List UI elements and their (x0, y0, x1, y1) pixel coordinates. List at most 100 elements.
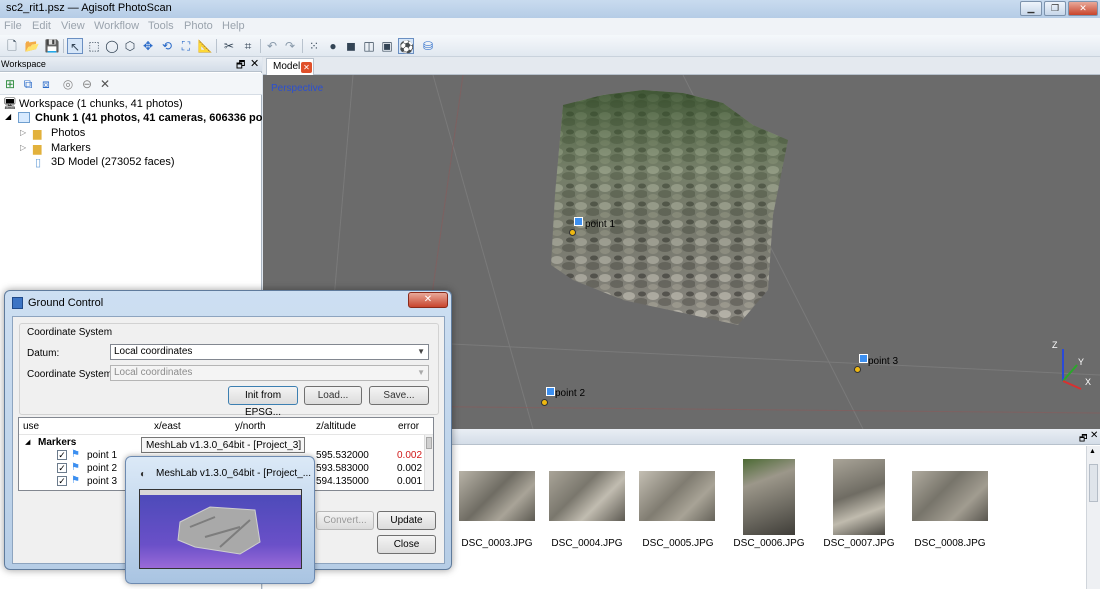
undo-icon[interactable]: ↶ (264, 38, 280, 54)
resize-region-icon[interactable]: ⛶ (178, 38, 194, 54)
dialog-close-button[interactable]: ✕ (408, 292, 448, 308)
menu-workflow[interactable]: Workflow (94, 20, 139, 32)
scroll-up-icon[interactable]: ▲ (1089, 448, 1096, 455)
new-icon[interactable]: 🗋 (4, 38, 20, 54)
remove-icon[interactable]: ✕ (97, 76, 113, 92)
photo-thumb[interactable] (743, 459, 795, 535)
axis-x-label: X (1085, 377, 1092, 387)
shaded-icon[interactable]: ● (325, 38, 341, 54)
chunk-icon (18, 112, 30, 123)
expand-icon[interactable]: ▷ (20, 128, 26, 137)
meshlab-preview[interactable]: ◐ MeshLab v1.3.0_64bit - [Project_... (125, 456, 315, 584)
redo-icon[interactable]: ↷ (282, 38, 298, 54)
solid-icon[interactable]: ◼ (343, 38, 359, 54)
photo-thumb[interactable] (549, 471, 625, 521)
textured-icon[interactable]: ▣ (379, 38, 395, 54)
add-photos-icon[interactable]: ⧉ (20, 76, 36, 92)
workspace-root-label[interactable]: Workspace (1 chunks, 41 photos) (19, 98, 183, 110)
move-object-icon[interactable]: ✥ (140, 38, 156, 54)
circle-select-icon[interactable]: ◯ (104, 38, 120, 54)
close-window-button[interactable]: ✕ (1068, 1, 1098, 16)
menu-help[interactable]: Help (222, 20, 245, 32)
close-button[interactable]: Close (377, 535, 436, 554)
rect-select-icon[interactable]: ⬚ (86, 38, 102, 54)
enable-icon[interactable]: ◎ (60, 76, 76, 92)
show-cameras-icon[interactable]: ⚽ (398, 38, 414, 54)
marker-flag-icon: ⚑ (71, 475, 80, 486)
marker-point-1[interactable] (569, 229, 576, 236)
group-title: Coordinate System (27, 327, 113, 338)
open-icon[interactable]: 📂 (24, 38, 40, 54)
add-chunk-icon[interactable]: ⊞ (2, 76, 18, 92)
row-error: 0.002 (397, 450, 423, 461)
expand-icon[interactable]: ▷ (20, 143, 26, 152)
load-button[interactable]: Load... (304, 386, 362, 405)
row-z: 593.583000 (316, 463, 369, 474)
photo-caption: DSC_0006.JPG (733, 538, 805, 549)
menu-view[interactable]: View (61, 20, 85, 32)
collapse-icon[interactable]: ◢ (25, 438, 30, 446)
photo-thumb[interactable] (912, 471, 988, 521)
tab-model-label: Model (273, 61, 301, 72)
save-button[interactable]: Save... (369, 386, 429, 405)
tab-bar: Model ✕ (263, 57, 1100, 75)
ruler-icon[interactable]: 📐 (197, 38, 213, 54)
delete-selection-icon[interactable]: ✂ (221, 38, 237, 54)
menu-photo[interactable]: Photo (184, 20, 213, 32)
use-checkbox[interactable]: ✓ (57, 476, 67, 486)
show-markers-icon[interactable]: ⛁ (420, 38, 436, 54)
maximize-button[interactable]: ❐ (1044, 1, 1066, 16)
col-y-north[interactable]: y/north (235, 421, 266, 432)
axis-gizmo (1062, 349, 1082, 390)
datum-value: Local coordinates (114, 346, 193, 357)
col-z-altitude[interactable]: z/altitude (316, 421, 356, 432)
menu-tools[interactable]: Tools (148, 20, 174, 32)
col-use[interactable]: use (23, 421, 39, 432)
convert-button[interactable]: Convert... (316, 511, 374, 530)
use-checkbox[interactable]: ✓ (57, 463, 67, 473)
scroll-thumb[interactable] (1089, 464, 1098, 502)
wireframe-icon[interactable]: ◫ (361, 38, 377, 54)
menu-edit[interactable]: Edit (32, 20, 51, 32)
photos-label[interactable]: Photos (51, 127, 85, 139)
point-cloud-icon[interactable]: ⁙ (306, 38, 322, 54)
tab-model[interactable]: Model ✕ (266, 58, 314, 75)
collapse-icon[interactable]: ◢ (5, 112, 11, 121)
col-x-east[interactable]: x/east (154, 421, 181, 432)
close-tab-icon[interactable]: ✕ (301, 62, 312, 73)
marker-point-3[interactable] (854, 366, 861, 373)
marker-flag-icon: ⚑ (71, 449, 80, 460)
minimize-button[interactable]: ▁ (1020, 1, 1042, 16)
update-button[interactable]: Update (377, 511, 436, 530)
chunk-label[interactable]: Chunk 1 (41 photos, 41 cameras, 606336 p… (35, 112, 291, 124)
disable-icon[interactable]: ⊖ (79, 76, 95, 92)
photos-scrollbar[interactable]: ▲ (1086, 446, 1100, 589)
float-icon[interactable]: 🗗 (1079, 431, 1087, 447)
meshlab-tooltip: MeshLab v1.3.0_64bit - [Project_3] (141, 437, 305, 453)
table-scrollbar[interactable] (424, 435, 433, 490)
coordinate-system-select[interactable]: Local coordinates ▼ (110, 365, 429, 381)
photo-thumb[interactable] (459, 471, 535, 521)
use-checkbox[interactable]: ✓ (57, 450, 67, 460)
marker-label-1: point 1 (585, 219, 616, 230)
crop-selection-icon[interactable]: ⌗ (240, 38, 256, 54)
menu-file[interactable]: File (4, 20, 22, 32)
scroll-thumb[interactable] (426, 437, 432, 449)
navigation-icon[interactable]: ↖ (67, 38, 83, 54)
datum-select[interactable]: Local coordinates ▼ (110, 344, 429, 360)
free-select-icon[interactable]: ⬡ (122, 38, 138, 54)
add-folder-icon[interactable]: ⧈ (38, 76, 54, 92)
markers-label[interactable]: Markers (51, 142, 91, 154)
photo-thumb[interactable] (639, 471, 715, 521)
close-icon[interactable]: ✕ (1090, 430, 1098, 441)
folder-icon: ▆ (33, 143, 42, 155)
rotate-object-icon[interactable]: ⟲ (159, 38, 175, 54)
init-from-epsg-button[interactable]: Init from EPSG... (228, 386, 298, 418)
save-icon[interactable]: 💾 (44, 38, 60, 54)
photo-caption: DSC_0005.JPG (642, 538, 714, 549)
col-error[interactable]: error (398, 421, 419, 432)
model-label[interactable]: 3D Model (273052 faces) (51, 156, 175, 168)
marker-point-2[interactable] (541, 399, 548, 406)
close-icon[interactable]: ✕ (250, 57, 259, 70)
photo-thumb[interactable] (833, 459, 885, 535)
